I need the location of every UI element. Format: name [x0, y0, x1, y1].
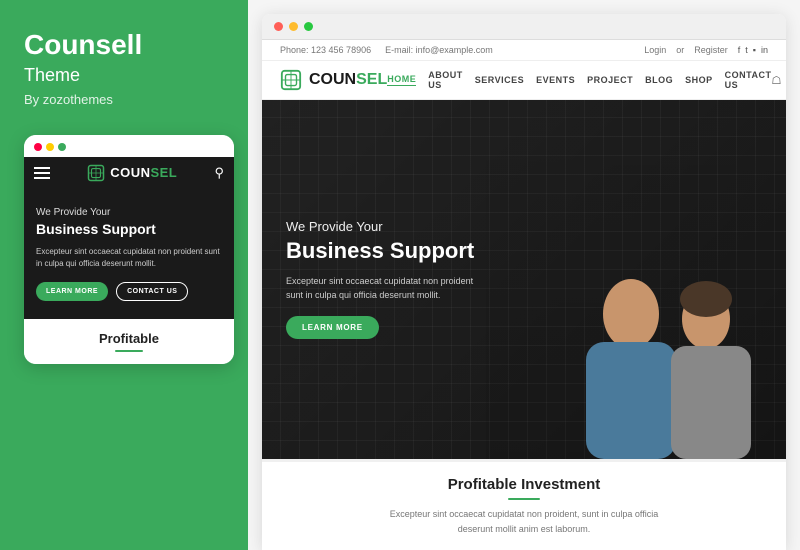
nav-project[interactable]: PROJECT	[587, 75, 633, 85]
cart-icon[interactable]: ☖	[771, 74, 781, 87]
topbar-instagram-icon[interactable]: ▪	[753, 45, 756, 55]
theme-subtitle: Theme	[24, 65, 224, 86]
site-logo-text: COUNSEL	[309, 71, 387, 89]
mobile-hero: We Provide Your Business Support Excepte…	[24, 189, 234, 319]
site-logo-icon	[280, 69, 302, 91]
mobile-dot-green	[58, 143, 66, 151]
nav-about[interactable]: ABOUT US	[428, 70, 463, 90]
right-panel: Phone: 123 456 78906 E-mail: info@exampl…	[248, 0, 800, 550]
topbar-phone: Phone: 123 456 78906	[280, 45, 371, 55]
mobile-logo-text: COUNSEL	[110, 165, 177, 180]
hero-body: Excepteur sint occaecat cupidatat non pr…	[286, 274, 486, 303]
below-title: Profitable Investment	[280, 476, 768, 493]
browser-dot-green	[304, 22, 313, 31]
mobile-mockup: COUNSEL ⚲ We Provide Your Business Suppo…	[24, 135, 234, 365]
site-nav-icons: ☖ ⚲	[771, 74, 786, 87]
topbar-or: or	[676, 45, 684, 55]
mobile-logo-icon	[87, 164, 105, 182]
hero-content: We Provide Your Business Support Excepte…	[286, 219, 762, 339]
nav-events[interactable]: EVENTS	[536, 75, 575, 85]
mobile-section-divider	[115, 350, 143, 353]
browser-dot-yellow	[289, 22, 298, 31]
mobile-section: Profitable	[24, 319, 234, 365]
topbar-contact-info: Phone: 123 456 78906 E-mail: info@exampl…	[280, 45, 493, 55]
mobile-dot-red	[34, 143, 42, 151]
browser-content: Phone: 123 456 78906 E-mail: info@exampl…	[262, 40, 786, 550]
mobile-logo: COUNSEL	[87, 164, 177, 182]
mobile-hero-title: Business Support	[36, 221, 222, 238]
mobile-dots	[34, 143, 66, 151]
topbar-register[interactable]: Register	[694, 45, 728, 55]
mobile-dot-yellow	[46, 143, 54, 151]
theme-author: By zozothemes	[24, 92, 224, 107]
below-body: Excepteur sint occaecat cupidatat non pr…	[374, 507, 674, 536]
site-hero: We Provide Your Business Support Excepte…	[262, 100, 786, 459]
mobile-chrome	[24, 135, 234, 157]
theme-title: Counsell	[24, 30, 224, 61]
nav-shop[interactable]: SHOP	[685, 75, 713, 85]
left-panel: Counsell Theme By zozothemes	[0, 0, 248, 550]
nav-blog[interactable]: BLOG	[645, 75, 673, 85]
browser-dot-red	[274, 22, 283, 31]
topbar-login[interactable]: Login	[644, 45, 666, 55]
site-navbar: COUNSEL HOME ABOUT US SERVICES EVENTS PR…	[262, 61, 786, 100]
mobile-learn-more-button[interactable]: LEARN MORE	[36, 282, 108, 301]
mobile-nav: COUNSEL ⚲	[24, 157, 234, 189]
hero-title: Business Support	[286, 238, 762, 263]
hero-subtitle: We Provide Your	[286, 219, 762, 234]
browser-mockup: Phone: 123 456 78906 E-mail: info@exampl…	[262, 14, 786, 550]
nav-contact[interactable]: CONTACT US	[725, 70, 772, 90]
site-below: Profitable Investment Excepteur sint occ…	[262, 459, 786, 550]
below-divider	[508, 498, 540, 501]
site-topbar: Phone: 123 456 78906 E-mail: info@exampl…	[262, 40, 786, 61]
mobile-hamburger-icon[interactable]	[34, 167, 50, 179]
site-nav-links: HOME ABOUT US SERVICES EVENTS PROJECT BL…	[387, 70, 771, 90]
topbar-right: Login or Register f t ▪ in	[644, 45, 768, 55]
topbar-email: E-mail: info@example.com	[385, 45, 493, 55]
topbar-social-links: f t ▪ in	[738, 45, 768, 55]
topbar-twitter-icon[interactable]: t	[745, 45, 748, 55]
mobile-hero-subtitle: We Provide Your	[36, 207, 222, 218]
nav-home[interactable]: HOME	[387, 74, 416, 86]
mobile-contact-us-button[interactable]: CONTACT US	[116, 282, 188, 301]
site-logo: COUNSEL	[280, 69, 387, 91]
mobile-hero-body: Excepteur sint occaecat cupidatat non pr…	[36, 246, 222, 270]
mobile-search-icon[interactable]: ⚲	[214, 165, 224, 181]
topbar-linkedin-icon[interactable]: in	[761, 45, 768, 55]
mobile-hero-buttons: LEARN MORE CONTACT US	[36, 282, 222, 301]
nav-services[interactable]: SERVICES	[475, 75, 524, 85]
browser-chrome	[262, 14, 786, 40]
hero-learn-more-button[interactable]: LEARN MORE	[286, 316, 379, 339]
topbar-facebook-icon[interactable]: f	[738, 45, 741, 55]
mobile-section-title: Profitable	[36, 331, 222, 346]
